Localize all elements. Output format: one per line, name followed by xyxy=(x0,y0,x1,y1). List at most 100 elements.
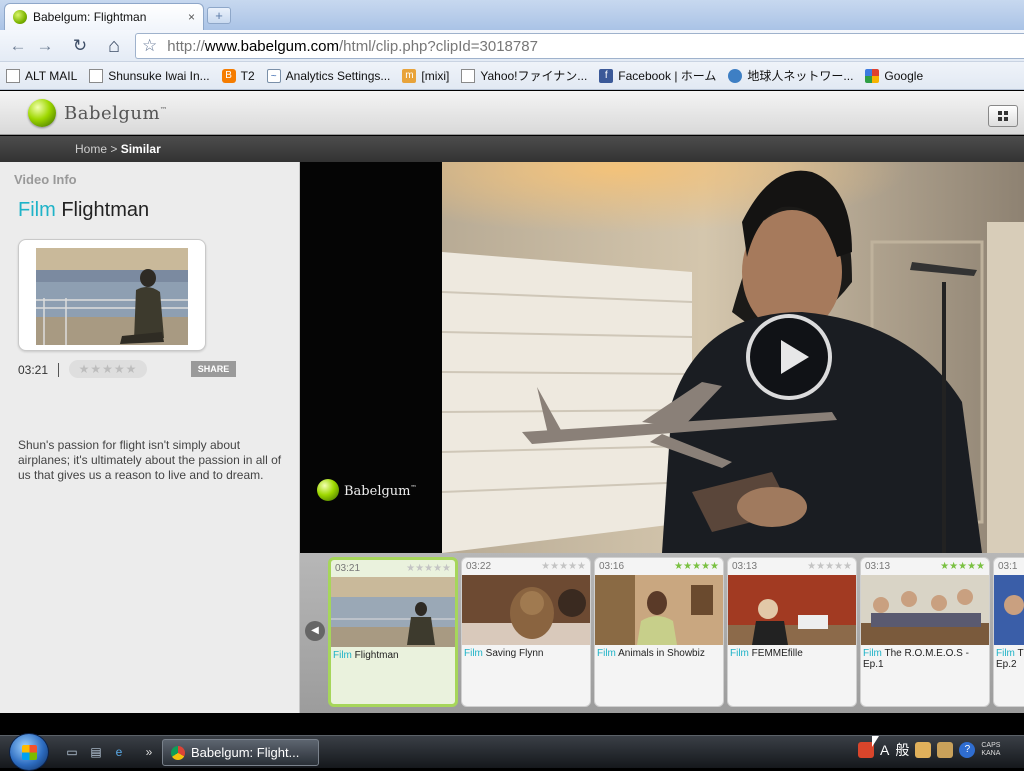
video-player[interactable]: Babelgum™ xyxy=(300,162,1024,553)
bookmark-star-icon[interactable]: ☆ xyxy=(142,36,157,56)
ime-conversion-mode[interactable]: 般 xyxy=(895,740,909,760)
card-duration: 03:22 xyxy=(466,561,492,572)
card-title: Film Animals in Showbiz xyxy=(595,645,723,662)
card-thumbnail xyxy=(728,575,856,645)
facebook-icon: f xyxy=(599,68,614,83)
browser-tab-active[interactable]: Babelgum: Flightman × xyxy=(4,3,204,30)
card-duration: 03:13 xyxy=(865,561,891,572)
card-thumbnail xyxy=(861,575,989,645)
grid-icon xyxy=(1004,111,1008,115)
video-category: Film xyxy=(18,199,56,221)
taskbar-window-button[interactable]: Babelgum: Flight... xyxy=(162,739,319,766)
home-icon[interactable]: ⌂ xyxy=(101,33,127,59)
tab-close-icon[interactable]: × xyxy=(188,10,195,24)
google-icon xyxy=(865,68,880,83)
taskbar-window-label: Babelgum: Flight... xyxy=(191,745,300,760)
ime-tool-icon[interactable] xyxy=(915,742,932,758)
url-host: www.babelgum.com xyxy=(204,37,340,55)
browser-toolbar: ← → ↻ ⌂ ☆ http://www.babelgum.com/html/c… xyxy=(0,30,1024,62)
card-duration: 03:16 xyxy=(599,561,625,572)
grid-icon xyxy=(998,111,1002,115)
breadcrumb-home[interactable]: Home xyxy=(75,142,107,156)
bookmark-item[interactable]: ALT MAIL xyxy=(6,68,78,83)
quicklaunch-overflow-icon[interactable]: » xyxy=(141,744,157,760)
card-duration: 03:13 xyxy=(732,561,758,572)
related-video-card[interactable]: 03:13 ★★★★★ Film The R.O.M.E.O.S - Ep.1 xyxy=(860,557,990,707)
page-icon xyxy=(89,68,104,83)
related-video-card[interactable]: 03:16 ★★★★★ Film Animals in Showbiz xyxy=(594,557,724,707)
breadcrumb-separator: > xyxy=(110,142,118,156)
logo-trademark: ™ xyxy=(160,106,168,114)
related-video-card[interactable]: 03:13 ★★★★★ Film FEMMEfille xyxy=(727,557,857,707)
related-video-card[interactable]: 03:21 ★★★★★ Film Flightman xyxy=(328,557,458,707)
player-watermark: Babelgum™ xyxy=(344,484,417,499)
reload-icon[interactable]: ↻ xyxy=(67,33,93,59)
bookmark-label: [mixi] xyxy=(421,68,450,83)
card-category: Film xyxy=(863,648,882,659)
rating-stars[interactable]: ★★★★★ xyxy=(69,360,147,378)
bookmark-item[interactable]: Google xyxy=(865,68,923,83)
bookmark-item[interactable]: Shunsuke Iwai In... xyxy=(89,68,210,83)
bookmark-item[interactable]: Yahoo!ファイナン... xyxy=(461,67,587,84)
switch-windows-icon[interactable]: ▤ xyxy=(88,744,104,760)
grid-view-button[interactable] xyxy=(988,105,1018,127)
bookmark-item[interactable]: B T2 xyxy=(221,68,255,83)
card-title: Film The R.O.M.E.O.S - Ep.1 xyxy=(861,645,989,673)
video-frame xyxy=(442,162,1024,553)
site-header: Babelgum™ xyxy=(0,91,1024,135)
video-thumbnail-frame[interactable] xyxy=(18,239,206,351)
card-title-text: Animals in Showbiz xyxy=(618,648,705,659)
mixi-icon: m xyxy=(402,68,417,83)
bookmark-item[interactable]: 地球人ネットワー... xyxy=(728,67,853,84)
address-bar[interactable]: ☆ http://www.babelgum.com/html/clip.php?… xyxy=(135,33,1024,59)
card-category: Film xyxy=(333,650,352,661)
card-duration: 03:21 xyxy=(335,563,361,574)
bookmark-label: Analytics Settings... xyxy=(285,68,391,83)
logo-text: Babelgum xyxy=(64,103,161,124)
grid-icon xyxy=(1004,117,1008,121)
card-category: Film xyxy=(597,648,616,659)
forward-arrow-icon[interactable]: → xyxy=(32,33,58,59)
player-logo-text: Babelgum xyxy=(344,484,411,499)
related-video-card[interactable]: 03:1 Film T Ep.2 xyxy=(993,557,1024,707)
bookmark-item[interactable]: m [mixi] xyxy=(402,68,450,83)
show-desktop-icon[interactable]: ▭ xyxy=(64,744,80,760)
card-category: Film xyxy=(730,648,749,659)
start-button-icon[interactable] xyxy=(9,733,49,771)
card-thumbnail xyxy=(331,577,455,647)
new-tab-button[interactable]: + xyxy=(207,7,231,24)
play-button[interactable] xyxy=(746,314,832,400)
card-title: Film T Ep.2 xyxy=(994,645,1024,673)
card-header: 03:21 ★★★★★ xyxy=(331,560,455,577)
breadcrumb: Home > Similar xyxy=(0,136,1024,162)
card-title: Film FEMMEfille xyxy=(728,645,856,662)
ime-dictionary-icon[interactable] xyxy=(937,742,954,758)
video-duration: 03:21 xyxy=(18,363,49,377)
url-path: /html/clip.php?clipId=3018787 xyxy=(339,37,538,55)
help-icon[interactable]: ? xyxy=(959,742,976,758)
bookmark-item[interactable]: f Facebook | ホーム xyxy=(599,67,716,84)
related-videos-strip: ◀ 03:21 ★★★★★ Film Flightman 03:22 ★★★★★ Film… xyxy=(300,553,1024,713)
card-category: Film xyxy=(464,648,483,659)
bookmark-label: Facebook | ホーム xyxy=(618,69,717,83)
card-header: 03:13 ★★★★★ xyxy=(728,558,856,575)
player-logo-icon xyxy=(317,479,339,501)
babelgum-favicon-icon xyxy=(13,10,27,24)
babelgum-logo-icon[interactable] xyxy=(28,99,56,127)
site-logo[interactable]: Babelgum™ xyxy=(64,103,168,124)
related-video-card[interactable]: 03:22 ★★★★★ Film Saving Flynn xyxy=(461,557,591,707)
system-tray: A 般 ? CAPS KANA xyxy=(858,740,1000,760)
caps-kana-indicator: CAPS KANA xyxy=(981,742,1000,758)
bookmark-item[interactable]: ~ Analytics Settings... xyxy=(266,68,391,83)
ime-input-mode[interactable]: A xyxy=(880,742,889,758)
video-thumbnail xyxy=(36,248,188,345)
internet-explorer-icon[interactable]: e xyxy=(111,744,127,760)
windows-taskbar: ▭ ▤ e » Babelgum: Flight... A 般 ? CAPS KA… xyxy=(0,733,1024,771)
carousel-prev-button[interactable]: ◀ xyxy=(305,621,325,641)
share-button[interactable]: SHARE xyxy=(191,361,236,377)
bookmark-label: ALT MAIL xyxy=(25,68,78,83)
card-rating-stars: ★★★★★ xyxy=(674,561,719,572)
card-title: Film Saving Flynn xyxy=(462,645,590,662)
card-header: 03:22 ★★★★★ xyxy=(462,558,590,575)
back-arrow-icon[interactable]: ← xyxy=(5,33,31,59)
